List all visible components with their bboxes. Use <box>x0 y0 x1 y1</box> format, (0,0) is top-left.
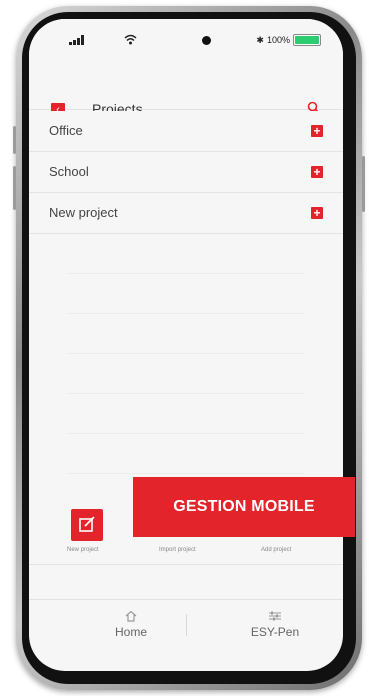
side-button-right <box>362 156 365 212</box>
tab-home-label: Home <box>114 625 147 639</box>
side-button-left-2 <box>13 166 16 210</box>
project-row[interactable]: School + <box>29 152 343 193</box>
project-row[interactable]: New project + <box>29 193 343 234</box>
new-project-button[interactable] <box>71 509 103 541</box>
side-button-left <box>13 126 16 154</box>
tab-home[interactable]: Home <box>71 610 191 639</box>
battery-icon <box>293 34 321 46</box>
project-row[interactable]: Office + <box>29 111 343 152</box>
empty-row-line <box>67 274 305 314</box>
add-project-label[interactable]: Add project <box>261 547 291 553</box>
settings-sliders-icon <box>215 610 335 624</box>
empty-row-line <box>67 434 305 474</box>
add-icon[interactable]: + <box>311 207 323 219</box>
project-list: Office + School + New project + <box>29 111 343 474</box>
app-header: ‹ Projects <box>29 59 343 117</box>
project-label: New project <box>49 205 118 220</box>
bottom-tab-bar: Home ESY-Pen <box>29 599 343 650</box>
new-project-label: New project <box>67 547 99 553</box>
empty-row-line <box>67 234 305 274</box>
wifi-icon <box>124 34 137 47</box>
bluetooth-icon: ✱ <box>256 34 264 45</box>
battery-status: ✱ 100% <box>256 34 321 46</box>
battery-fill <box>295 36 319 44</box>
empty-row-line <box>67 394 305 434</box>
empty-row-line <box>67 354 305 394</box>
import-project-label[interactable]: Import project <box>159 547 196 553</box>
status-bar: ✱ 100% <box>29 19 343 59</box>
tab-esy-pen[interactable]: ESY-Pen <box>215 610 335 639</box>
edit-icon <box>79 516 95 532</box>
add-icon[interactable]: + <box>311 166 323 178</box>
tab-separator <box>186 614 187 636</box>
phone-frame: ✱ 100% ‹ Projects Office + School + New … <box>13 6 365 690</box>
gestion-mobile-banner: GESTION MOBILE <box>133 477 355 537</box>
home-icon <box>71 610 191 624</box>
battery-percent: 100% <box>266 35 290 45</box>
project-label: Office <box>49 123 83 138</box>
tab-esy-pen-label: ESY-Pen <box>250 625 300 639</box>
project-label: School <box>49 164 89 179</box>
add-icon[interactable]: + <box>311 125 323 137</box>
phone-screen: ✱ 100% ‹ Projects Office + School + New … <box>29 19 343 671</box>
divider <box>29 564 343 565</box>
signal-icon <box>69 35 84 45</box>
empty-row-line <box>67 314 305 354</box>
front-camera <box>202 36 211 45</box>
